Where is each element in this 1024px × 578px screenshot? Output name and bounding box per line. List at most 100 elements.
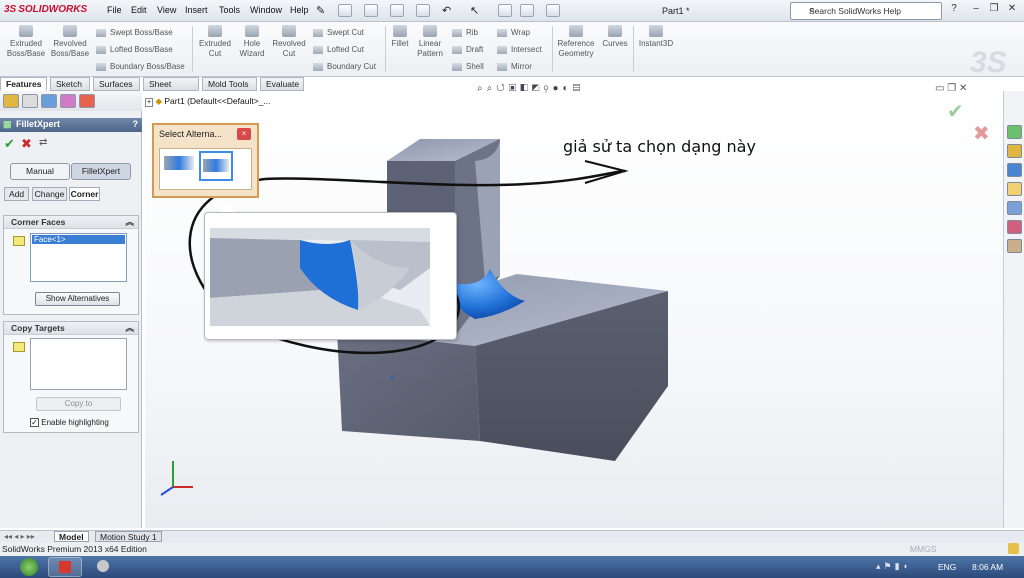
popup-close-button[interactable]: × [237, 128, 251, 140]
menu-view[interactable]: View [157, 5, 176, 15]
custom-properties-icon[interactable] [1007, 239, 1022, 253]
taskbar-solidworks-app[interactable] [48, 557, 82, 577]
tab-surfaces[interactable]: Surfaces [93, 77, 140, 91]
rib-button[interactable]: Rib [452, 28, 478, 37]
instant3d-button[interactable]: Instant3D [637, 25, 675, 49]
linear-pattern-button[interactable]: Linear Pattern [414, 25, 446, 59]
configuration-manager-icon[interactable] [41, 94, 57, 108]
swept-cut-button[interactable]: Swept Cut [313, 28, 364, 37]
tab-scroll-icons[interactable]: ◂◂ ◂ ▸ ▸▸ [4, 532, 35, 541]
boundary-cut-button[interactable]: Boundary Cut [313, 62, 376, 71]
save-icon[interactable] [390, 4, 404, 17]
tab-sheet-metal[interactable]: Sheet Metal [143, 77, 199, 99]
options-icon[interactable] [546, 4, 560, 17]
appearances-icon[interactable] [1007, 220, 1022, 234]
corner-faces-header[interactable]: Corner Faces ︽ [4, 216, 138, 229]
separator [192, 26, 193, 72]
revolved-cut-button[interactable]: Revolved Cut [270, 25, 308, 59]
wrap-button[interactable]: Wrap [497, 28, 530, 37]
tab-change[interactable]: Change [32, 187, 67, 201]
file-explorer-icon[interactable] [1007, 163, 1022, 177]
pin-icon[interactable]: ✎ [316, 4, 330, 17]
alternative-option-1[interactable] [164, 156, 194, 170]
property-manager-icon[interactable] [22, 94, 38, 108]
reference-geometry-button[interactable]: Reference Geometry [555, 25, 597, 59]
corner-faces-list[interactable]: Face<1> [30, 233, 127, 282]
print-icon[interactable] [416, 4, 430, 17]
hole-wizard-button[interactable]: Hole Wizard [236, 25, 268, 59]
lofted-cut-button[interactable]: Lofted Cut [313, 45, 364, 54]
menu-file[interactable]: File [107, 5, 122, 15]
filletxpert-mode-button[interactable]: FilletXpert [71, 163, 131, 180]
draft-button[interactable]: Draft [452, 45, 483, 54]
menu-window[interactable]: Window [250, 5, 282, 15]
undo-icon[interactable]: ↶ [442, 4, 456, 17]
extruded-boss-button[interactable]: Extruded Boss/Base [6, 25, 46, 59]
tab-sketch[interactable]: Sketch [50, 77, 90, 91]
feature-manager-icon[interactable] [3, 94, 19, 108]
manual-mode-button[interactable]: Manual [10, 163, 70, 180]
file-properties-icon[interactable] [520, 4, 534, 17]
view-palette-icon[interactable] [1007, 201, 1022, 215]
tab-model[interactable]: Model [54, 531, 89, 542]
list-item[interactable]: Face<1> [32, 235, 125, 244]
copy-targets-list[interactable] [30, 338, 127, 390]
minimize-icon[interactable]: – [968, 3, 984, 18]
enable-highlighting-checkbox[interactable]: ✓ Enable highlighting [30, 418, 109, 428]
collapse-icon[interactable]: ︽ [125, 216, 134, 228]
clock[interactable]: 8:06 AM [972, 562, 1003, 572]
tab-mold-tools[interactable]: Mold Tools [202, 77, 257, 91]
tab-add[interactable]: Add [4, 187, 29, 201]
display-manager-icon[interactable] [79, 94, 95, 108]
extruded-cut-button[interactable]: Extruded Cut [196, 25, 234, 59]
fillet-button[interactable]: Fillet [388, 25, 412, 49]
search-icon[interactable]: ⌕ [809, 5, 935, 16]
folder-icon[interactable] [1007, 182, 1022, 196]
shell-button[interactable]: Shell [452, 62, 484, 71]
close-icon[interactable]: ✕ [1004, 3, 1020, 18]
tray-icons[interactable]: ▴⚑▮◖ [876, 561, 911, 572]
copy-to-button[interactable]: Copy to [36, 397, 121, 411]
detailed-preview-icon[interactable]: ⇄ [39, 137, 47, 148]
tab-motion-study[interactable]: Motion Study 1 [95, 531, 162, 542]
design-library-icon[interactable] [1007, 144, 1022, 158]
language-indicator[interactable]: ENG [938, 562, 956, 572]
select-icon[interactable]: ↖ [470, 4, 484, 17]
new-document-icon[interactable] [338, 4, 352, 17]
menu-help[interactable]: Help [290, 5, 309, 15]
alternative-option-2[interactable] [199, 151, 233, 181]
boundary-boss-button[interactable]: Boundary Boss/Base [96, 62, 185, 71]
command-manager-tabs: Features Sketch Surfaces Sheet Metal Mol… [0, 77, 304, 99]
restore-icon[interactable]: ❐ [986, 3, 1002, 18]
swept-boss-button[interactable]: Swept Boss/Base [96, 28, 173, 37]
help-icon[interactable]: ? [133, 119, 139, 129]
alternative-preview-tooltip [204, 200, 457, 340]
show-alternatives-button[interactable]: Show Alternatives [35, 292, 120, 306]
menu-insert[interactable]: Insert [185, 5, 208, 15]
cancel-icon[interactable]: ✖ [21, 136, 32, 152]
collapse-icon[interactable]: ︽ [125, 322, 134, 334]
tab-corner[interactable]: Corner [69, 187, 100, 201]
taskbar-app[interactable] [86, 557, 120, 577]
tab-evaluate[interactable]: Evaluate [260, 77, 304, 91]
mirror-button[interactable]: Mirror [497, 62, 532, 71]
start-button-icon[interactable] [20, 558, 38, 576]
menu-tools[interactable]: Tools [219, 5, 240, 15]
open-icon[interactable] [364, 4, 378, 17]
tab-features[interactable]: Features [0, 77, 47, 91]
menu-edit[interactable]: Edit [131, 5, 147, 15]
checkbox-box[interactable]: ✓ [30, 418, 39, 428]
revolved-boss-button[interactable]: Revolved Boss/Base [50, 25, 90, 59]
copy-targets-header[interactable]: Copy Targets ︽ [4, 322, 138, 335]
units-indicator[interactable]: MMGS [910, 544, 936, 554]
dimxpert-manager-icon[interactable] [60, 94, 76, 108]
curves-button[interactable]: Curves [600, 25, 630, 49]
help-search-input[interactable]: Search SolidWorks Help ⌕ [790, 2, 942, 20]
help-icon[interactable]: ? [946, 3, 962, 18]
tag-icon[interactable] [1008, 543, 1019, 554]
ok-icon[interactable]: ✔ [4, 136, 15, 152]
solidworks-resources-icon[interactable] [1007, 125, 1022, 139]
rebuild-icon[interactable] [498, 4, 512, 17]
lofted-boss-button[interactable]: Lofted Boss/Base [96, 45, 173, 54]
intersect-button[interactable]: Intersect [497, 45, 542, 54]
